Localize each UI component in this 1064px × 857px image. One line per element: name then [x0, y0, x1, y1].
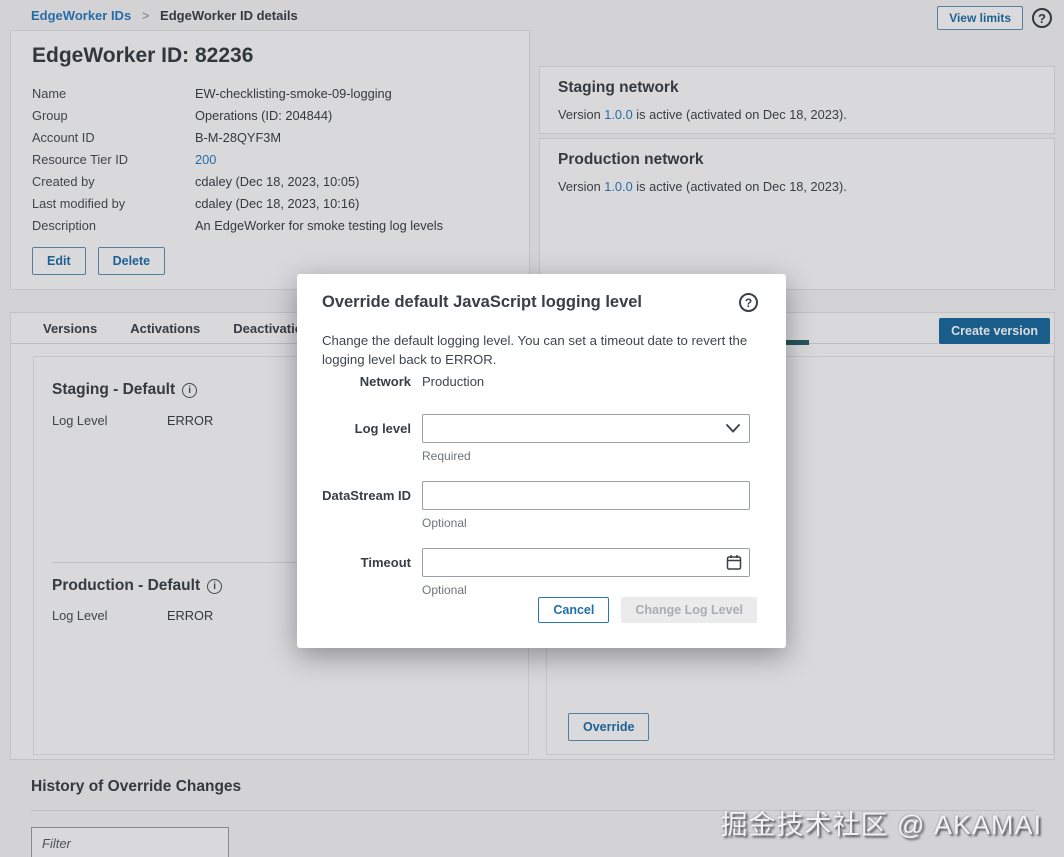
log-level-select[interactable] — [422, 414, 750, 443]
edgeworker-details-page: EdgeWorker IDs > EdgeWorker ID details V… — [0, 0, 1064, 857]
modal-description: Change the default logging level. You ca… — [322, 331, 760, 369]
change-log-level-button: Change Log Level — [621, 597, 757, 623]
timeout-input[interactable] — [422, 548, 750, 577]
timeout-helper: Optional — [422, 583, 750, 597]
network-value: Production — [422, 374, 484, 390]
modal-help-icon[interactable]: ? — [739, 293, 758, 312]
datastream-helper: Optional — [422, 516, 750, 530]
log-level-helper: Required — [422, 449, 750, 463]
datastream-id-input[interactable] — [422, 481, 750, 510]
chevron-down-icon — [726, 424, 740, 433]
datastream-row: DataStream ID Optional — [322, 481, 761, 548]
modal-form: Network Production Log level Required Da… — [322, 374, 761, 615]
modal-title: Override default JavaScript logging leve… — [322, 293, 642, 312]
log-level-row: Log level Required — [322, 414, 761, 481]
network-row: Network Production — [322, 374, 761, 390]
watermark: 掘金技术社区 @ AKAMAI — [721, 803, 1042, 842]
cancel-button[interactable]: Cancel — [538, 597, 609, 623]
override-log-level-modal: Override default JavaScript logging leve… — [297, 274, 786, 648]
